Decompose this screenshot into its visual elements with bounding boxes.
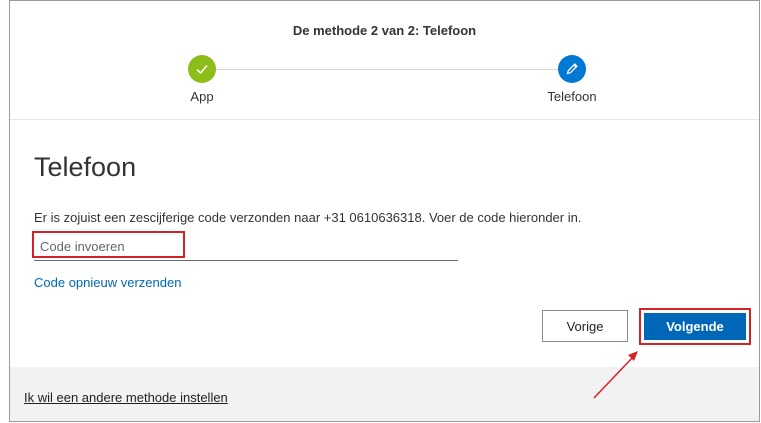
other-method-link[interactable]: Ik wil een andere methode instellen xyxy=(24,390,228,405)
pencil-icon xyxy=(566,63,578,75)
code-field-wrapper xyxy=(34,233,458,261)
checkmark-icon xyxy=(196,64,208,75)
main-content: Telefoon Er is zojuist een zescijferige … xyxy=(10,120,759,367)
step-phone-pencil-icon xyxy=(558,55,586,83)
progress-header: De methode 2 van 2: Telefoon App Telefoo… xyxy=(10,1,759,120)
setup-dialog: De methode 2 van 2: Telefoon App Telefoo… xyxy=(9,0,760,422)
progress-track xyxy=(210,69,582,70)
resend-code-link[interactable]: Code opnieuw verzenden xyxy=(34,275,181,290)
step-label-app: App xyxy=(190,89,214,104)
next-button[interactable]: Volgende xyxy=(644,313,746,340)
step-app-checkmark-icon xyxy=(188,55,216,83)
code-input[interactable] xyxy=(34,233,458,261)
page-title: Telefoon xyxy=(34,152,137,182)
info-text: Er is zojuist een zescijferige code verz… xyxy=(34,210,582,225)
step-label-phone: Telefoon xyxy=(547,89,597,104)
footer: Ik wil een andere methode instellen xyxy=(10,367,759,421)
previous-button[interactable]: Vorige xyxy=(542,310,628,342)
next-button-highlight: Volgende xyxy=(639,308,751,345)
progress-title: De methode 2 van 2: Telefoon xyxy=(292,23,477,38)
